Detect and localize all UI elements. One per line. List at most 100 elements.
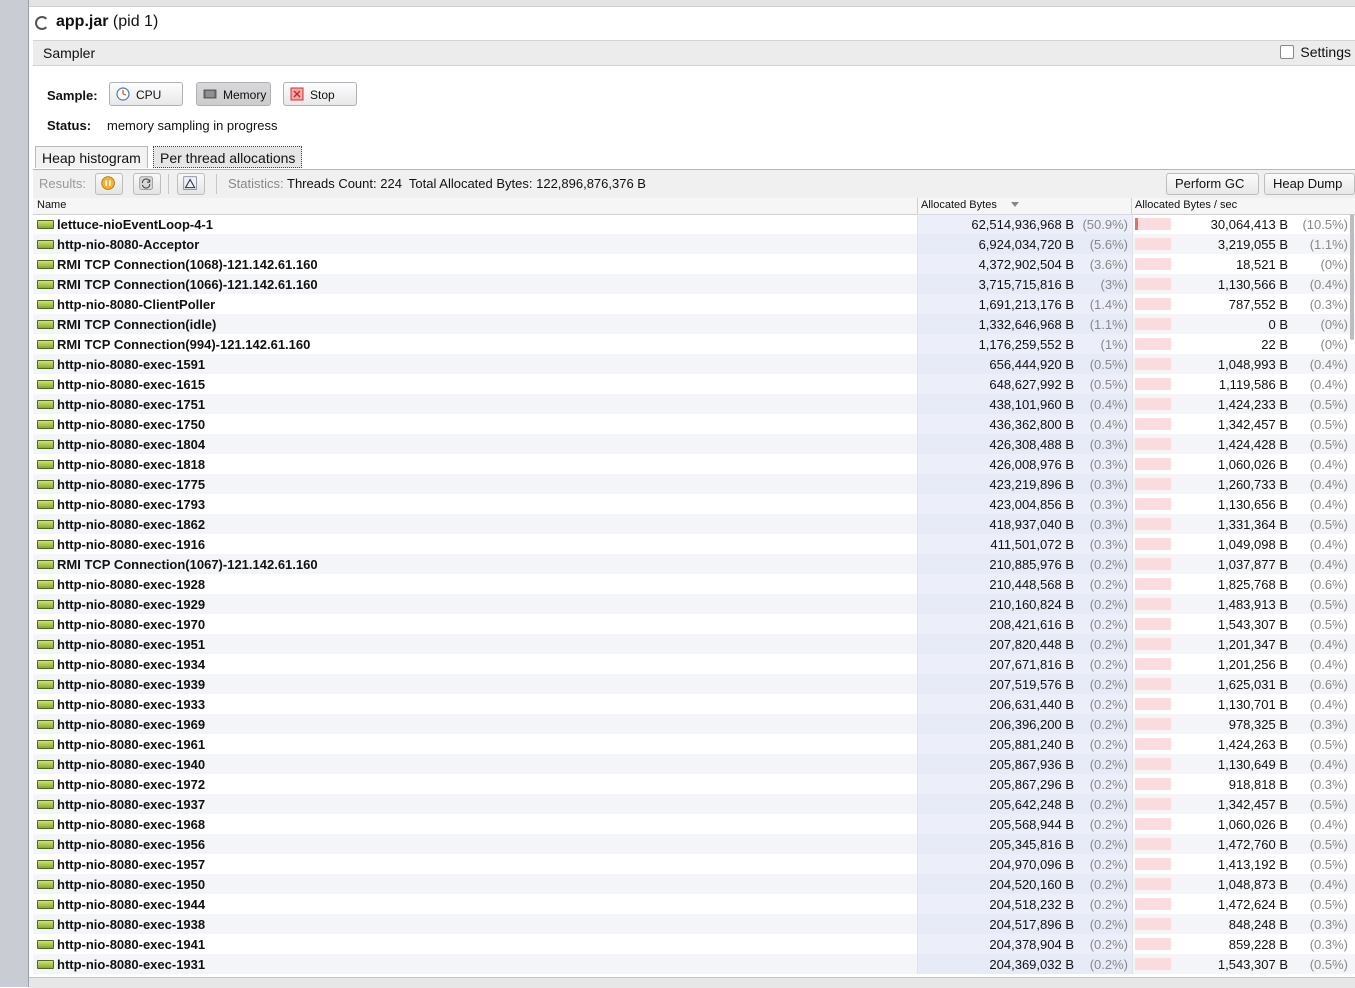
- table-row[interactable]: http-nio-8080-exec-1951 207,820,448 B (0.2…: [33, 634, 1355, 654]
- table-row[interactable]: RMI TCP Connection(1068)-121.142.61.160 4…: [33, 254, 1355, 274]
- table-row[interactable]: http-nio-8080-exec-1591 656,444,920 B (0.5…: [33, 354, 1355, 374]
- table-row[interactable]: http-nio-8080-exec-1938 204,517,896 B (0.2…: [33, 914, 1355, 934]
- thread-icon: [37, 920, 54, 929]
- allocated-bytes-value: 438,101,960 B: [989, 397, 1074, 412]
- column-divider[interactable]: [917, 198, 918, 214]
- vertical-scrollbar[interactable]: [1350, 214, 1355, 976]
- allocated-bytes-percent: (0.2%): [1089, 617, 1128, 632]
- app-name: app.jar: [56, 13, 109, 30]
- table-row[interactable]: http-nio-8080-exec-1818 426,008,976 B (0.3…: [33, 454, 1355, 474]
- table-row[interactable]: http-nio-8080-exec-1937 205,642,248 B (0.2…: [33, 794, 1355, 814]
- pause-button[interactable]: [95, 173, 123, 195]
- sampler-title: Sampler: [43, 45, 96, 61]
- table-row[interactable]: http-nio-8080-exec-1944 204,518,232 B (0.2…: [33, 894, 1355, 914]
- scrollbar-thumb[interactable]: [1350, 214, 1354, 340]
- memory-button[interactable]: Memory: [196, 82, 271, 106]
- table-row[interactable]: http-nio-8080-exec-1933 206,631,440 B (0.2…: [33, 694, 1355, 714]
- table-row[interactable]: http-nio-8080-exec-1939 207,519,576 B (0.2…: [33, 674, 1355, 694]
- stop-button[interactable]: Stop: [283, 82, 357, 106]
- table-row[interactable]: http-nio-8080-exec-1862 418,937,040 B (0.3…: [33, 514, 1355, 534]
- allocated-bytes-value: 205,345,816 B: [989, 837, 1074, 852]
- thread-icon: [37, 680, 54, 689]
- allocated-bytes-percent: (1%): [1100, 337, 1128, 352]
- cpu-button[interactable]: CPU: [109, 82, 183, 106]
- column-header-name[interactable]: Name: [37, 199, 66, 211]
- table-row[interactable]: RMI TCP Connection(1066)-121.142.61.160 3…: [33, 274, 1355, 294]
- allocation-rate-bar: [1135, 258, 1171, 270]
- table-row[interactable]: lettuce-nioEventLoop-4-1 62,514,936,968 B…: [33, 214, 1355, 234]
- thread-name: http-nio-8080-exec-1928: [57, 577, 206, 592]
- thread-name: http-nio-8080-exec-1862: [57, 517, 206, 532]
- allocation-rate-value: 1,342,457 B: [1217, 797, 1288, 812]
- table-row[interactable]: http-nio-8080-exec-1940 205,867,936 B (0.2…: [33, 754, 1355, 774]
- table-row[interactable]: RMI TCP Connection(idle) 1,332,646,968 B (…: [33, 314, 1355, 334]
- thread-allocations-table: Name Allocated Bytes Allocated Bytes / s…: [33, 198, 1355, 976]
- allocated-bytes-cell: 656,444,920 B (0.5%): [917, 354, 1132, 374]
- refresh-button[interactable]: [133, 173, 161, 195]
- table-row[interactable]: http-nio-8080-exec-1934 207,671,816 B (0.2…: [33, 654, 1355, 674]
- column-divider[interactable]: [1131, 198, 1132, 214]
- table-row[interactable]: http-nio-8080-Acceptor 6,924,034,720 B (5.…: [33, 234, 1355, 254]
- allocated-bytes-cell: 4,372,902,504 B (3.6%): [917, 254, 1132, 274]
- allocated-bytes-percent: (0.3%): [1089, 457, 1128, 472]
- table-row[interactable]: RMI TCP Connection(1067)-121.142.61.160 2…: [33, 554, 1355, 574]
- table-row[interactable]: http-nio-8080-exec-1957 204,970,096 B (0.2…: [33, 854, 1355, 874]
- thread-icon: [37, 460, 54, 469]
- table-row[interactable]: http-nio-8080-exec-1956 205,345,816 B (0.2…: [33, 834, 1355, 854]
- table-row[interactable]: http-nio-8080-exec-1929 210,160,824 B (0.2…: [33, 594, 1355, 614]
- allocation-rate-percent: (0.5%): [1309, 737, 1348, 752]
- allocation-rate-cell: 1,424,428 B (0.5%): [1132, 434, 1352, 454]
- table-row[interactable]: http-nio-8080-exec-1961 205,881,240 B (0.2…: [33, 734, 1355, 754]
- table-row[interactable]: http-nio-8080-exec-1775 423,219,896 B (0.3…: [33, 474, 1355, 494]
- table-row[interactable]: http-nio-8080-exec-1950 204,520,160 B (0.2…: [33, 874, 1355, 894]
- table-row[interactable]: http-nio-8080-exec-1931 204,369,032 B (0.2…: [33, 954, 1355, 974]
- column-header-allocated-bytes[interactable]: Allocated Bytes: [921, 199, 997, 211]
- allocated-bytes-value: 210,160,824 B: [989, 597, 1074, 612]
- table-row[interactable]: RMI TCP Connection(994)-121.142.61.160 1,…: [33, 334, 1355, 354]
- allocation-rate-cell: 1,130,566 B (0.4%): [1132, 274, 1352, 294]
- settings-checkbox[interactable]: [1280, 45, 1295, 59]
- thread-icon: [37, 220, 54, 229]
- status-value: memory sampling in progress: [107, 118, 278, 133]
- tab-per-thread-allocations[interactable]: Per thread allocations: [153, 146, 303, 168]
- allocation-rate-value: 1,331,364 B: [1217, 517, 1288, 532]
- allocated-bytes-cell: 6,924,034,720 B (5.6%): [917, 234, 1132, 254]
- allocation-rate-cell: 1,201,347 B (0.4%): [1132, 634, 1352, 654]
- table-row[interactable]: http-nio-8080-exec-1970 208,421,616 B (0.2…: [33, 614, 1355, 634]
- results-label: Results:: [39, 176, 86, 191]
- perform-gc-button[interactable]: Perform GC: [1166, 173, 1259, 195]
- thread-name: http-nio-8080-exec-1775: [57, 477, 206, 492]
- allocated-bytes-percent: (0.2%): [1089, 637, 1128, 652]
- table-row[interactable]: http-nio-8080-exec-1972 205,867,296 B (0.2…: [33, 774, 1355, 794]
- allocation-rate-cell: 1,543,307 B (0.5%): [1132, 954, 1352, 974]
- delta-button[interactable]: [177, 173, 205, 195]
- table-row[interactable]: http-nio-8080-exec-1615 648,627,992 B (0.5…: [33, 374, 1355, 394]
- allocated-bytes-percent: (5.6%): [1089, 237, 1128, 252]
- allocation-rate-percent: (0.4%): [1309, 497, 1348, 512]
- allocated-bytes-value: 207,820,448 B: [989, 637, 1074, 652]
- allocation-rate-percent: (0.5%): [1309, 417, 1348, 432]
- heap-dump-button[interactable]: Heap Dump: [1264, 173, 1355, 195]
- tab-heap-histogram[interactable]: Heap histogram: [35, 146, 148, 168]
- table-row[interactable]: http-nio-8080-exec-1751 438,101,960 B (0.4…: [33, 394, 1355, 414]
- column-header-allocated-bytes-per-sec[interactable]: Allocated Bytes / sec: [1135, 199, 1237, 211]
- allocation-rate-bar: [1135, 218, 1171, 230]
- settings-toggle[interactable]: Settings: [1280, 44, 1351, 60]
- table-row[interactable]: http-nio-8080-exec-1804 426,308,488 B (0.3…: [33, 434, 1355, 454]
- table-row[interactable]: http-nio-8080-exec-1916 411,501,072 B (0.3…: [33, 534, 1355, 554]
- allocated-bytes-cell: 1,176,259,552 B (1%): [917, 334, 1132, 354]
- table-row[interactable]: http-nio-8080-exec-1968 205,568,944 B (0.2…: [33, 814, 1355, 834]
- table-row[interactable]: http-nio-8080-exec-1928 210,448,568 B (0.2…: [33, 574, 1355, 594]
- allocation-rate-bar: [1135, 598, 1171, 610]
- table-row[interactable]: http-nio-8080-exec-1969 206,396,200 B (0.2…: [33, 714, 1355, 734]
- allocated-bytes-percent: (0.2%): [1089, 657, 1128, 672]
- table-row[interactable]: http-nio-8080-exec-1941 204,378,904 B (0.2…: [33, 934, 1355, 954]
- allocated-bytes-value: 6,924,034,720 B: [978, 237, 1074, 252]
- allocation-rate-cell: 1,331,364 B (0.5%): [1132, 514, 1352, 534]
- allocation-rate-percent: (0.4%): [1309, 697, 1348, 712]
- table-row[interactable]: http-nio-8080-exec-1793 423,004,856 B (0.3…: [33, 494, 1355, 514]
- table-row[interactable]: http-nio-8080-exec-1750 436,362,800 B (0.4…: [33, 414, 1355, 434]
- allocated-bytes-cell: 206,396,200 B (0.2%): [917, 714, 1132, 734]
- allocated-bytes-value: 206,396,200 B: [989, 717, 1074, 732]
- table-row[interactable]: http-nio-8080-ClientPoller 1,691,213,176 …: [33, 294, 1355, 314]
